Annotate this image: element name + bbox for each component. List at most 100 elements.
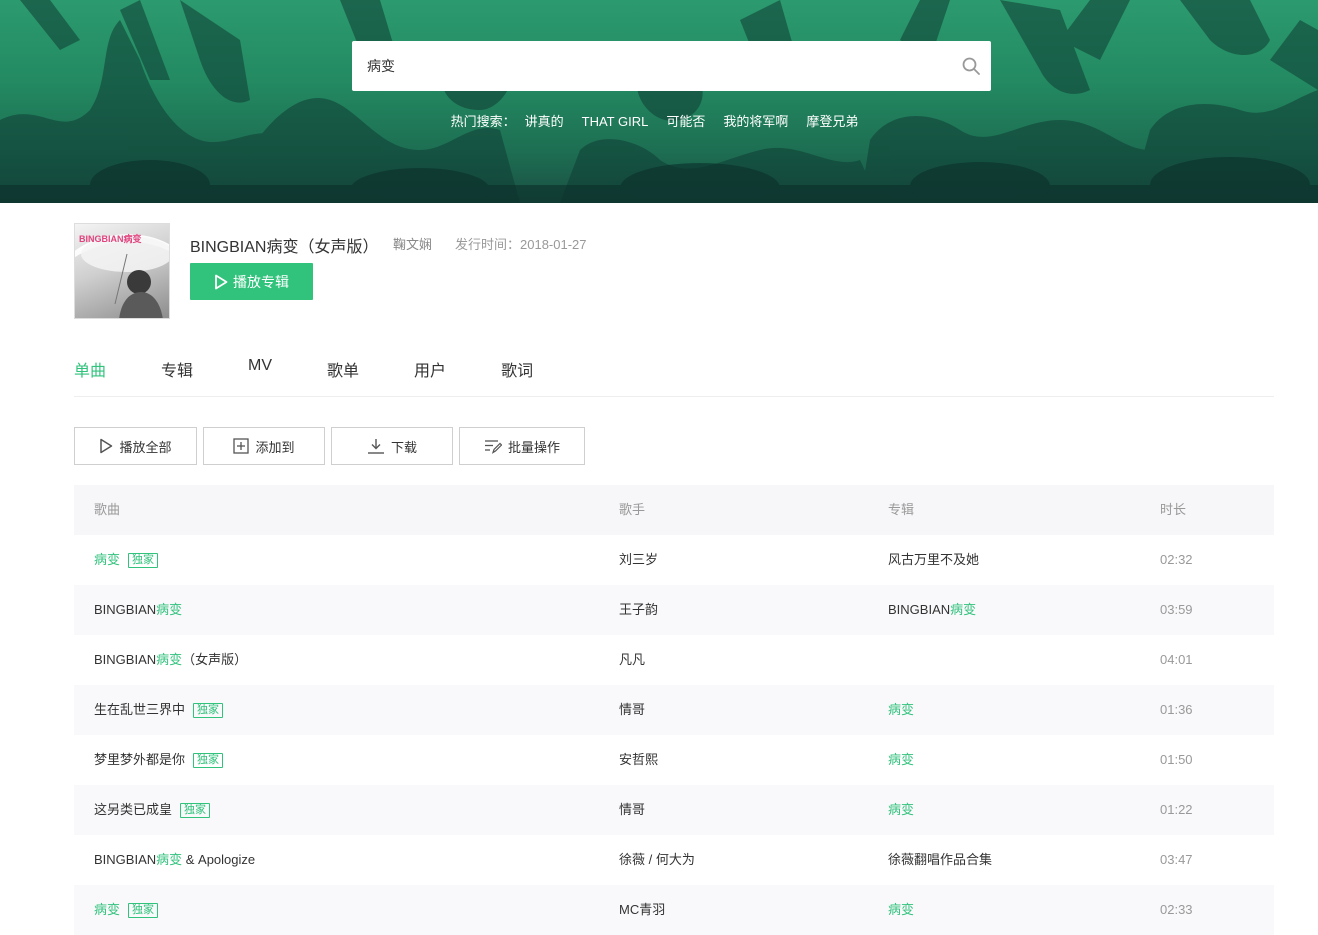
album-release-date: 发行时间：2018-01-27 (455, 234, 587, 253)
album-link[interactable]: 病变 (888, 735, 914, 785)
exclusive-badge: 独家 (128, 903, 159, 919)
album-name-text: 风古万里不及她 (888, 552, 980, 567)
album-name-keyword: 病变 (888, 902, 915, 917)
table-row[interactable]: 这另类已成皇 独家 情哥 病变 01:22 (74, 785, 1274, 835)
batch-edit-icon (484, 440, 502, 454)
release-label: 发行时间： (455, 237, 521, 252)
singer-link[interactable]: 安哲熙 (619, 735, 658, 785)
song-duration: 02:32 (1160, 552, 1193, 567)
song-title-text: 梦里梦外都是你 (94, 752, 186, 767)
song-title-text: 生在乱世三界中 (94, 702, 186, 717)
album-link[interactable]: 病变 (888, 785, 914, 835)
singer-link[interactable]: 情哥 (619, 785, 645, 835)
batch-operation-button[interactable]: 批量操作 (459, 427, 585, 465)
hero-banner: 热门搜索： 讲真的 THAT GIRL 可能否 我的将军啊 摩登兄弟 (0, 0, 1318, 203)
play-album-button[interactable]: 播放专辑 (190, 263, 313, 300)
hot-search-link[interactable]: THAT GIRL (582, 114, 649, 129)
exclusive-badge: 独家 (128, 553, 159, 569)
singer-link[interactable]: 王子韵 (619, 585, 658, 635)
header-duration: 时长 (1160, 502, 1187, 517)
album-title: BINGBIAN病变（女声版） (190, 239, 379, 256)
album-link[interactable]: 徐薇翻唱作品合集 (888, 835, 992, 885)
song-title[interactable]: BINGBIAN病变（女声版） (94, 635, 247, 685)
table-header: 歌曲 歌手 专辑 时长 (74, 485, 1274, 535)
release-date-value: 2018-01-27 (520, 237, 587, 252)
song-duration: 01:22 (1160, 802, 1193, 817)
album-link[interactable]: BINGBIAN病变 (888, 585, 976, 635)
exclusive-badge: 独家 (193, 753, 224, 769)
tab-mv[interactable]: MV (248, 357, 272, 381)
song-title-suffix: （女声版） (182, 652, 248, 667)
play-all-button[interactable]: 播放全部 (74, 427, 197, 465)
song-title[interactable]: BINGBIAN病变 (94, 585, 182, 635)
play-icon (100, 438, 113, 454)
song-duration: 03:59 (1160, 602, 1193, 617)
song-title[interactable]: BINGBIAN病变 & Apologize (94, 835, 255, 885)
song-table: 歌曲 歌手 专辑 时长 病变 独家 刘三岁 风古万里不及她 02:32 BINGBIAN病… (74, 485, 1274, 935)
song-title[interactable]: 生在乱世三界中 独家 (94, 685, 224, 735)
header-song: 歌曲 (94, 502, 121, 517)
play-icon (215, 274, 228, 289)
song-title-text: 这另类已成皇 (94, 802, 173, 817)
album-name-keyword: 病变 (888, 702, 915, 717)
singer-link[interactable]: 凡凡 (619, 635, 645, 685)
tab-songs[interactable]: 单曲 (74, 357, 106, 381)
tab-albums[interactable]: 专辑 (161, 357, 193, 381)
singer-link[interactable]: 徐薇 / 何大为 (619, 835, 695, 885)
search-icon[interactable] (961, 56, 981, 76)
exclusive-badge: 独家 (193, 703, 224, 719)
table-row[interactable]: 梦里梦外都是你 独家 安哲熙 病变 01:50 (74, 735, 1274, 785)
song-title-text: BINGBIAN (94, 652, 157, 667)
search-input[interactable] (352, 41, 942, 91)
song-title[interactable]: 梦里梦外都是你 独家 (94, 735, 224, 785)
table-row[interactable]: BINGBIAN病变 & Apologize 徐薇 / 何大为 徐薇翻唱作品合集 03… (74, 835, 1274, 885)
song-title-keyword: 病变 (156, 602, 183, 617)
add-box-icon (233, 438, 250, 454)
album-name-text: BINGBIAN (888, 602, 951, 617)
song-duration: 01:36 (1160, 702, 1193, 717)
album-artist-link[interactable]: 鞠文娴 (393, 234, 432, 253)
play-album-label: 播放专辑 (233, 273, 289, 290)
add-to-button[interactable]: 添加到 (203, 427, 325, 465)
album-cover-logo-text: BINGBIAN病变 (79, 233, 142, 244)
header-album: 专辑 (888, 502, 915, 517)
tab-playlists[interactable]: 歌单 (327, 357, 359, 381)
hot-search-link[interactable]: 我的将军啊 (723, 114, 788, 129)
song-title-keyword: 病变 (156, 652, 183, 667)
song-duration: 04:01 (1160, 652, 1193, 667)
hot-search-label: 热门搜索： (450, 114, 516, 129)
album-cover-image[interactable]: BINGBIAN病变 (74, 223, 170, 319)
song-title[interactable]: 这另类已成皇 独家 (94, 785, 211, 835)
hot-search-link[interactable]: 摩登兄弟 (806, 114, 858, 129)
table-row[interactable]: 病变 独家 刘三岁 风古万里不及她 02:32 (74, 535, 1274, 585)
singer-link[interactable]: 刘三岁 (619, 535, 658, 585)
album-link[interactable]: 风古万里不及她 (888, 535, 979, 585)
batch-operation-label: 批量操作 (507, 439, 560, 455)
table-row[interactable]: BINGBIAN病变 王子韵 BINGBIAN病变 03:59 (74, 585, 1274, 635)
song-title-suffix: & Apologize (182, 852, 256, 867)
song-title[interactable]: 病变 独家 (94, 535, 159, 585)
album-name-text: 徐薇翻唱作品合集 (888, 852, 993, 867)
table-row[interactable]: 生在乱世三界中 独家 情哥 病变 01:36 (74, 685, 1274, 735)
album-name-keyword: 病变 (888, 752, 915, 767)
song-title-text: BINGBIAN (94, 602, 157, 617)
song-duration: 01:50 (1160, 752, 1193, 767)
album-link[interactable]: 病变 (888, 685, 914, 735)
singer-link[interactable]: 情哥 (619, 685, 645, 735)
song-title-keyword: 病变 (94, 902, 121, 917)
search-result-tabs: 单曲 专辑 MV 歌单 用户 歌词 (74, 357, 588, 381)
play-all-label: 播放全部 (119, 439, 172, 455)
tab-lyrics[interactable]: 歌词 (501, 357, 533, 381)
hot-search-link[interactable]: 可能否 (666, 114, 705, 129)
tab-users[interactable]: 用户 (414, 357, 446, 381)
hot-search-bar: 热门搜索： 讲真的 THAT GIRL 可能否 我的将军啊 摩登兄弟 (0, 111, 1318, 130)
album-name-keyword: 病变 (950, 602, 977, 617)
download-button[interactable]: 下载 (331, 427, 453, 465)
download-icon (367, 439, 384, 454)
song-duration: 03:47 (1160, 852, 1193, 867)
tab-divider (74, 396, 1274, 397)
header-singer: 歌手 (619, 502, 646, 517)
song-title-text: BINGBIAN (94, 852, 157, 867)
table-row[interactable]: BINGBIAN病变（女声版） 凡凡 04:01 (74, 635, 1274, 685)
hot-search-link[interactable]: 讲真的 (525, 114, 564, 129)
